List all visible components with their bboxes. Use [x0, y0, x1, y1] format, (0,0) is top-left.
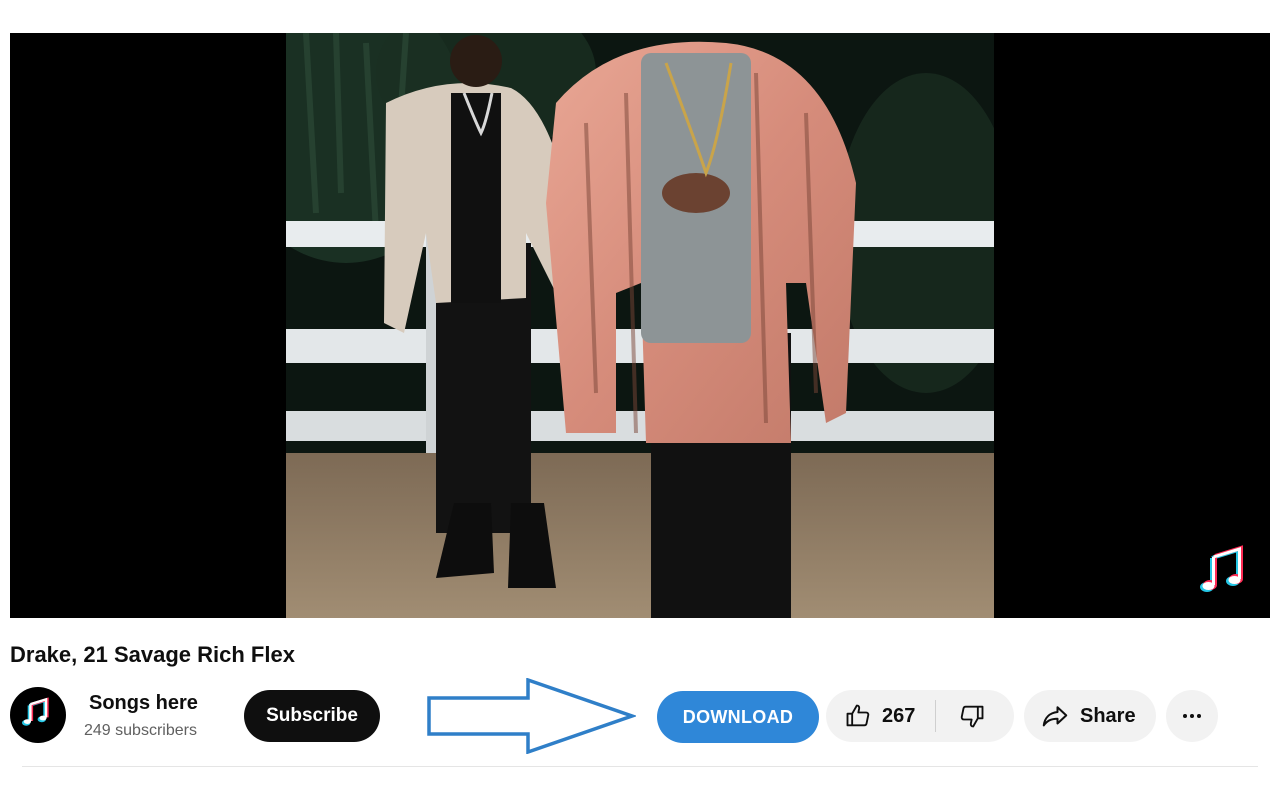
- video-player[interactable]: [10, 33, 1270, 618]
- download-button[interactable]: DOWNLOAD: [657, 691, 819, 743]
- section-divider: [22, 766, 1258, 767]
- more-horiz-icon: [1183, 714, 1201, 718]
- share-button[interactable]: Share: [1024, 690, 1156, 742]
- more-actions-button[interactable]: [1166, 690, 1218, 742]
- thumbs-up-icon: [846, 704, 870, 727]
- dislike-button[interactable]: [936, 690, 1008, 742]
- subscriber-count: 249 subscribers: [84, 722, 197, 739]
- music-notes-icon: [1200, 545, 1243, 592]
- like-count: 267: [882, 704, 916, 727]
- share-icon: [1042, 706, 1068, 727]
- subscribe-button[interactable]: Subscribe: [244, 690, 380, 742]
- thumbs-down-icon: [961, 705, 984, 728]
- video-title: Drake, 21 Savage Rich Flex: [10, 642, 295, 667]
- channel-avatar[interactable]: [10, 687, 66, 743]
- arrow-right-icon: [427, 678, 636, 754]
- music-notes-icon: [22, 697, 49, 726]
- video-thumbnail: [286, 33, 994, 618]
- channel-name[interactable]: Songs here: [89, 692, 198, 715]
- share-label: Share: [1080, 704, 1136, 727]
- like-dislike-group: 267: [826, 690, 1014, 742]
- like-button[interactable]: 267: [826, 690, 935, 742]
